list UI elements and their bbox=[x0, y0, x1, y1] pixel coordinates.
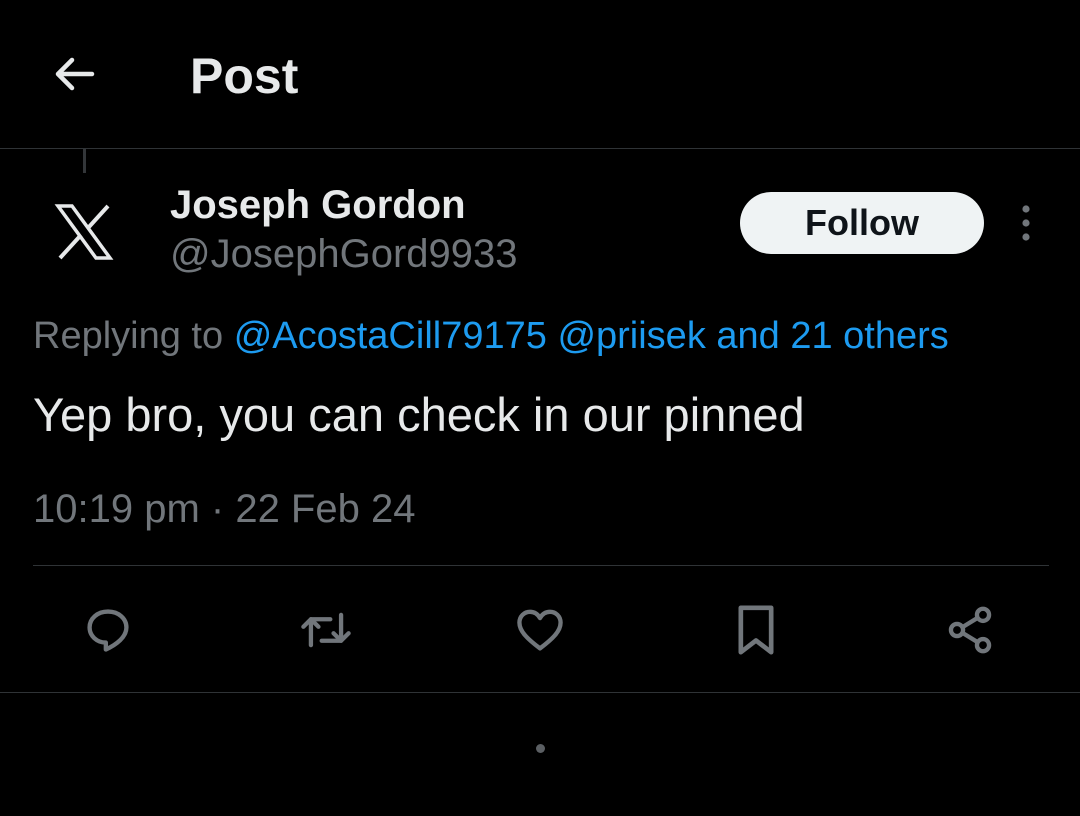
post-text: Yep bro, you can check in our pinned bbox=[33, 388, 805, 441]
top-bar: Post bbox=[0, 0, 1080, 148]
repost-button[interactable] bbox=[296, 600, 356, 660]
mention-link[interactable]: @AcostaCill79175 bbox=[234, 315, 547, 357]
author-handle[interactable]: @JosephGord9933 bbox=[170, 231, 518, 277]
bookmark-icon bbox=[738, 605, 774, 655]
share-button[interactable] bbox=[940, 600, 1000, 660]
like-button[interactable] bbox=[510, 600, 570, 660]
follow-button[interactable]: Follow bbox=[740, 192, 984, 254]
page-indicator-dot bbox=[536, 744, 545, 753]
others-link[interactable]: and 21 others bbox=[716, 315, 948, 357]
heart-icon bbox=[517, 609, 563, 651]
mention-link[interactable]: @priisek bbox=[557, 315, 705, 357]
author-display-name[interactable]: Joseph Gordon bbox=[170, 182, 466, 228]
x-logo-icon bbox=[54, 204, 114, 260]
page-title: Post bbox=[190, 48, 299, 104]
reply-button[interactable] bbox=[78, 600, 138, 660]
header-divider bbox=[0, 148, 1080, 149]
share-icon bbox=[948, 606, 992, 654]
bookmark-button[interactable] bbox=[726, 600, 786, 660]
reply-icon bbox=[87, 609, 129, 652]
content-divider bbox=[33, 565, 1049, 566]
avatar[interactable] bbox=[48, 196, 120, 268]
back-button[interactable] bbox=[44, 44, 104, 104]
replying-to-line: Replying to @AcostaCill79175 @priisek an… bbox=[33, 312, 949, 360]
arrow-left-icon bbox=[55, 57, 95, 91]
post-timestamp[interactable]: 10:19 pm · 22 Feb 24 bbox=[33, 484, 415, 534]
more-vertical-icon bbox=[1022, 205, 1030, 241]
more-options-button[interactable] bbox=[1010, 200, 1042, 246]
repost-icon bbox=[301, 612, 351, 648]
replying-prefix: Replying to bbox=[33, 315, 224, 357]
action-bar-divider bbox=[0, 692, 1080, 693]
thread-connector bbox=[83, 149, 86, 173]
